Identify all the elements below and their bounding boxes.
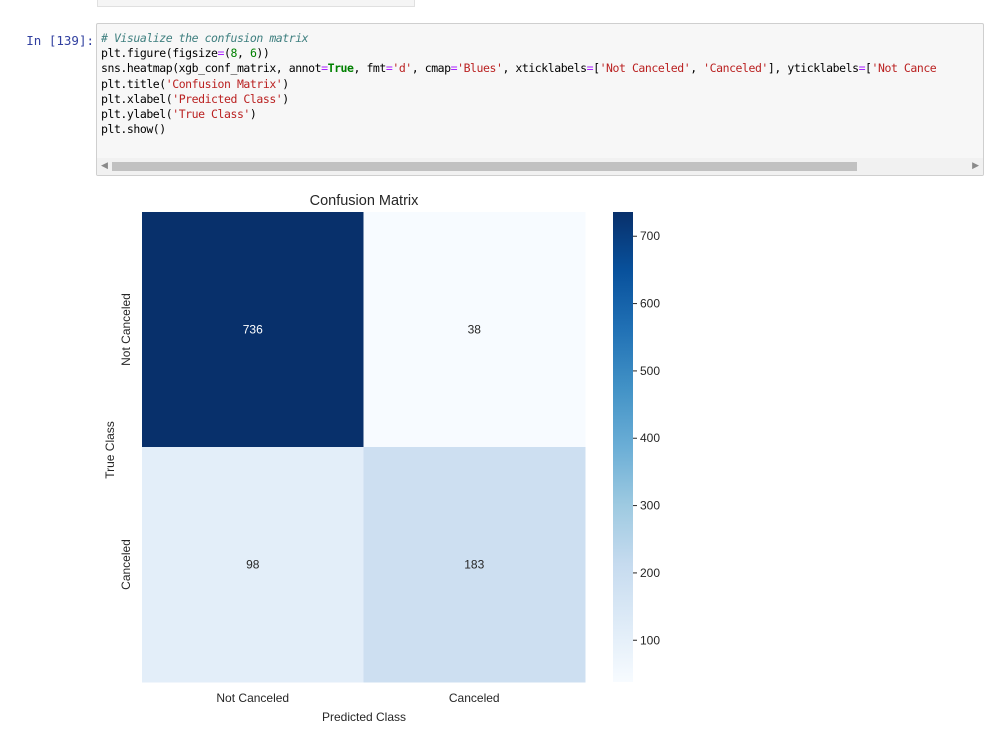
colorbar [613, 212, 633, 682]
code-line: plt.xlabel('Predicted Class') [101, 92, 289, 106]
code-editor[interactable]: # Visualize the confusion matrix plt.fig… [101, 31, 937, 137]
horizontal-scrollbar[interactable]: ◀ ▶ [97, 158, 983, 175]
code-token: plt.title( [101, 76, 166, 91]
cell-annotation: 38 [468, 323, 482, 337]
colorbar-tick-label: 200 [640, 566, 660, 580]
code-token: ) [249, 107, 257, 122]
y-tick-label: Canceled [119, 539, 133, 590]
colorbar-tick-label: 700 [640, 229, 660, 243]
code-token: plt.ylabel( [101, 107, 173, 122]
code-token: 'Confusion Matrix' [165, 76, 283, 91]
code-line: plt.ylabel('True Class') [101, 107, 257, 122]
code-token: plt.show() [101, 122, 166, 137]
scrollbar-thumb[interactable] [112, 162, 857, 171]
scroll-left-icon[interactable]: ◀ [101, 160, 108, 171]
code-token: ], yticklabels [767, 61, 859, 76]
code-cell-input[interactable]: # Visualize the confusion matrix plt.fig… [96, 23, 984, 176]
y-tick-label: Not Canceled [119, 293, 133, 366]
code-token: plt.figure(figsize [101, 46, 218, 61]
code-token: # Visualize the confusion matrix [101, 31, 309, 45]
code-token: , cmap [411, 61, 451, 76]
x-axis-label: Predicted Class [322, 710, 406, 724]
x-tick-label: Not Canceled [216, 691, 289, 705]
colorbar-tick-label: 600 [640, 297, 660, 311]
code-line: # Visualize the confusion matrix [101, 31, 309, 45]
scroll-right-icon[interactable]: ▶ [972, 160, 979, 171]
cell-annotation: 98 [246, 558, 260, 572]
code-token: 'd' [392, 61, 412, 76]
code-token: 'Not Canceled' [599, 61, 691, 76]
code-token: sns.heatmap(xgb_conf_matrix, annot [101, 61, 322, 76]
code-line: plt.title('Confusion Matrix') [101, 77, 289, 91]
code-token: ) [282, 91, 289, 106]
cell-annotation: 736 [243, 323, 263, 337]
colorbar-tick-label: 400 [640, 431, 660, 445]
code-line: plt.show() [101, 122, 166, 136]
code-line: sns.heatmap(xgb_conf_matrix, annot=True,… [101, 61, 937, 76]
code-token: True [327, 61, 354, 76]
colorbar-tick-label: 300 [640, 499, 660, 513]
x-tick-label: Canceled [449, 691, 500, 705]
code-token: 'True Class' [172, 107, 250, 122]
cell-prompt: In [139]: [26, 33, 94, 48]
colorbar-tick-label: 500 [640, 364, 660, 378]
colorbar-tick-label: 100 [640, 633, 660, 647]
code-token: 'Canceled' [703, 61, 768, 76]
code-token: , [690, 61, 704, 76]
previous-cell-output-stub [97, 0, 415, 7]
y-axis-label: True Class [103, 421, 117, 479]
code-token: , xticklabels [502, 61, 587, 76]
code-token: plt.xlabel( [101, 91, 173, 106]
code-token: 'Predicted Class' [172, 91, 283, 106]
code-token: , fmt [353, 61, 387, 76]
code-token: 'Not Cance [871, 61, 937, 76]
code-token: )) [256, 46, 270, 61]
confusion-matrix-chart: Confusion Matrix 736 38 98 183 Not Canceled… [103, 193, 660, 724]
cell-annotation: 183 [464, 558, 484, 572]
code-token: 'Blues' [457, 61, 503, 76]
chart-title: Confusion Matrix [310, 193, 420, 209]
code-line: plt.figure(figsize=(8, 6)) [101, 46, 270, 61]
code-token: , [236, 46, 250, 61]
code-token: ) [282, 76, 289, 91]
